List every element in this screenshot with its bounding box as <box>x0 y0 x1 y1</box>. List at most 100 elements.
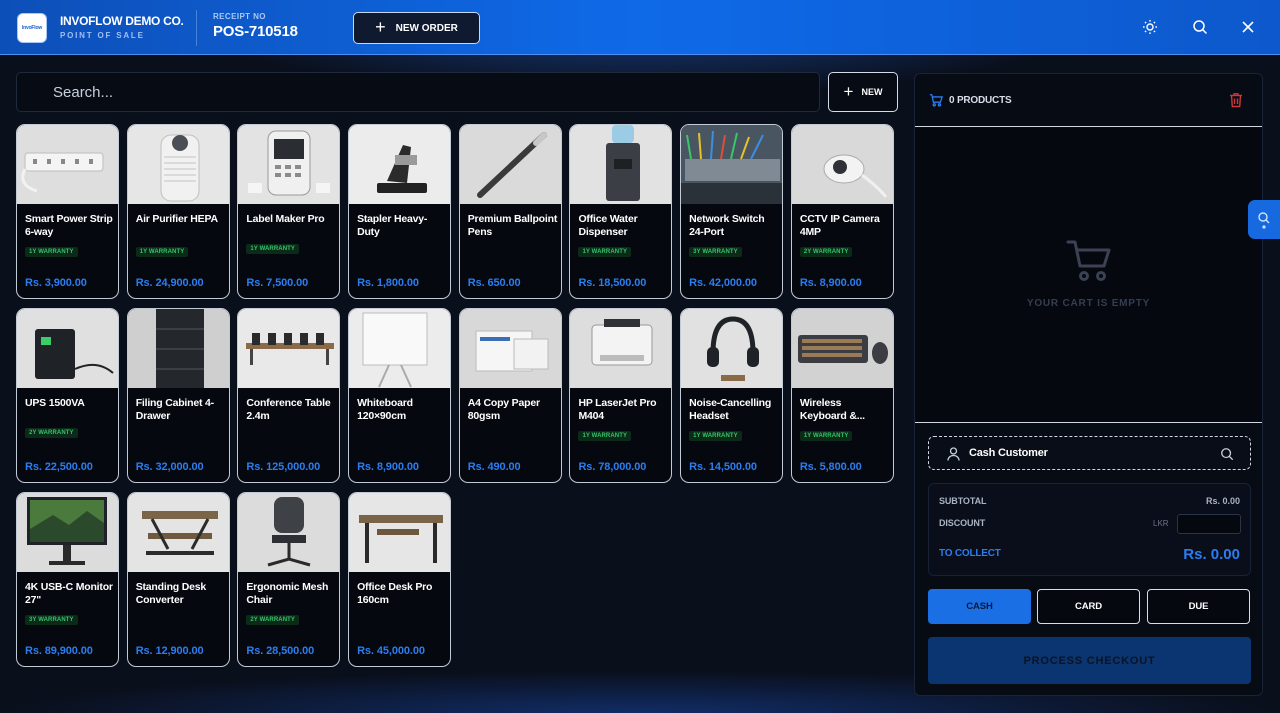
close-icon[interactable] <box>1237 16 1259 38</box>
subtotal-label: SUBTOTAL <box>939 496 987 506</box>
cart-icon <box>929 94 943 107</box>
product-name: Air Purifier HEPA <box>135 213 218 225</box>
search-icon <box>1258 211 1270 229</box>
product-card[interactable]: Office Desk Pro 160cm Rs. 45,000.00 <box>348 492 452 667</box>
product-price: Rs. 7,500.00 <box>246 277 309 289</box>
product-price: Rs. 22,500.00 <box>25 461 93 473</box>
product-search-input[interactable] <box>53 83 819 101</box>
product-card[interactable]: CCTV IP Camera 4MP 2Y WARRANTY Rs. 8,900.0… <box>790 124 894 299</box>
cart-product-count: 0 PRODUCTS <box>949 95 1012 106</box>
product-grid: Smart Power Strip 6-way 1Y WARRANTY Rs. 3,… <box>16 124 896 667</box>
pay-due-button[interactable]: DUE <box>1147 589 1250 624</box>
product-image <box>459 125 561 204</box>
side-search-tab[interactable] <box>1248 200 1280 239</box>
product-price: Rs. 14,500.00 <box>689 461 757 473</box>
sun-icon[interactable] <box>1139 16 1161 38</box>
product-name: Conference Table 2.4m <box>246 397 331 422</box>
product-image <box>791 125 893 204</box>
new-product-button[interactable]: + NEW <box>828 72 898 112</box>
warranty-badge: 1Y WARRANTY <box>799 431 853 441</box>
warranty-badge: 3Y WARRANTY <box>25 615 78 625</box>
product-card[interactable]: Whiteboard 120×90cm Rs. 8,900.00 <box>348 308 452 483</box>
product-name: Network Switch 24-Port <box>689 213 765 238</box>
warranty-badge: 2Y WARRANTY <box>246 615 300 625</box>
product-name: Stapler Heavy-Duty <box>357 213 428 238</box>
header-divider <box>196 10 197 46</box>
receipt-block: RECEIPT NO POS-710518 <box>213 12 298 40</box>
product-card[interactable]: Air Purifier HEPA 1Y WARRANTY Rs. 24,900.0… <box>126 124 230 299</box>
to-collect-label: TO COLLECT <box>939 548 1001 559</box>
product-image <box>238 125 340 204</box>
product-card[interactable]: Ergonomic Mesh Chair 2Y WARRANTY Rs. 28,50… <box>237 492 341 667</box>
to-collect-value: Rs. 0.00 <box>1183 546 1240 563</box>
product-image <box>681 125 783 204</box>
cart-header: 0 PRODUCTS <box>915 74 1262 127</box>
product-price: Rs. 650.00 <box>467 277 521 289</box>
product-image <box>459 309 561 388</box>
product-name: Filing Cabinet 4-Drawer <box>135 397 214 422</box>
pay-card-button[interactable]: CARD <box>1037 589 1140 624</box>
product-image <box>127 309 229 388</box>
product-price: Rs. 8,900.00 <box>357 461 419 473</box>
warranty-badge: 1Y WARRANTY <box>578 247 632 257</box>
new-order-button[interactable]: + NEW ORDER <box>353 12 480 44</box>
warranty-badge: 3Y WARRANTY <box>689 247 742 257</box>
product-image <box>238 309 340 388</box>
product-card[interactable]: Premium Ballpoint Pens Rs. 650.00 <box>458 124 562 299</box>
product-name: Office Desk Pro 160cm <box>357 581 433 606</box>
product-name: Noise-Cancelling Headset <box>689 397 772 422</box>
company-subtitle: POINT OF SALE <box>60 31 145 40</box>
product-card[interactable]: HP LaserJet Pro M404 1Y WARRANTY Rs. 78,00… <box>569 308 673 483</box>
product-card[interactable]: A4 Copy Paper 80gsm Rs. 490.00 <box>458 308 562 483</box>
customer-search-icon[interactable] <box>1220 447 1234 461</box>
product-card[interactable]: Label Maker Pro 1Y WARRANTY Rs. 7,500.00 <box>237 124 341 299</box>
product-image <box>17 309 118 388</box>
product-price: Rs. 78,000.00 <box>578 461 647 473</box>
product-name: Label Maker Pro <box>246 213 325 225</box>
product-card[interactable]: Office Water Dispenser 1Y WARRANTY Rs. 18,… <box>569 124 673 299</box>
product-card[interactable]: Filing Cabinet 4-Drawer Rs. 32,000.00 <box>126 308 230 483</box>
product-card[interactable]: UPS 1500VA 2Y WARRANTY Rs. 22,500.00 <box>16 308 119 483</box>
totals-box: SUBTOTAL Rs. 0.00 DISCOUNT LKR TO COLLEC… <box>928 483 1251 576</box>
product-price: Rs. 8,900.00 <box>799 277 862 289</box>
warranty-badge: 1Y WARRANTY <box>135 247 189 257</box>
product-card[interactable]: Network Switch 24-Port 3Y WARRANTY Rs. 42,… <box>680 124 784 299</box>
product-card[interactable]: Stapler Heavy-Duty Rs. 1,800.00 <box>348 124 452 299</box>
plus-icon: + <box>843 81 854 101</box>
product-image <box>791 309 893 388</box>
product-name: HP LaserJet Pro M404 <box>578 397 657 422</box>
product-image <box>127 493 229 572</box>
product-search-box[interactable] <box>16 72 820 112</box>
warranty-badge: 1Y WARRANTY <box>689 431 742 441</box>
process-checkout-button[interactable]: PROCESS CHECKOUT <box>928 637 1251 684</box>
product-price: Rs. 89,900.00 <box>25 645 93 657</box>
product-card[interactable]: Wireless Keyboard &... 1Y WARRANTY Rs. 5,8… <box>790 308 894 483</box>
pay-cash-button[interactable]: CASH <box>928 589 1031 624</box>
new-order-label: NEW ORDER <box>395 22 458 34</box>
app-header: InvoFlow INVOFLOW DEMO CO. POINT OF SALE… <box>0 0 1280 55</box>
product-image <box>17 125 118 204</box>
product-card[interactable]: 4K USB-C Monitor 27" 3Y WARRANTY Rs. 89,90… <box>16 492 119 667</box>
warranty-badge: 1Y WARRANTY <box>578 431 632 441</box>
product-card[interactable]: Smart Power Strip 6-way 1Y WARRANTY Rs. 3,… <box>16 124 119 299</box>
warranty-badge: 1Y WARRANTY <box>25 247 78 257</box>
product-name: Standing Desk Converter <box>135 581 207 606</box>
company-name: INVOFLOW DEMO CO. <box>60 14 184 28</box>
product-image <box>238 493 340 572</box>
product-card[interactable]: Noise-Cancelling Headset 1Y WARRANTY Rs. 1… <box>680 308 784 483</box>
customer-selector[interactable]: Cash Customer <box>928 436 1251 470</box>
currency-label: LKR <box>1153 519 1169 528</box>
receipt-number: POS-710518 <box>213 23 298 40</box>
product-card[interactable]: Standing Desk Converter Rs. 12,900.00 <box>126 492 230 667</box>
receipt-label: RECEIPT NO <box>213 12 266 21</box>
product-price: Rs. 18,500.00 <box>578 277 647 289</box>
product-image <box>17 493 118 572</box>
search-icon[interactable] <box>1189 16 1211 38</box>
empty-cart-icon <box>1066 240 1111 281</box>
empty-cart-text: YOUR CART IS EMPTY <box>1026 298 1151 309</box>
discount-input[interactable] <box>1177 514 1241 534</box>
trash-icon[interactable] <box>1229 92 1243 108</box>
warranty-badge: 2Y WARRANTY <box>799 247 853 257</box>
product-card[interactable]: Conference Table 2.4m Rs. 125,000.00 <box>237 308 341 483</box>
product-name: Smart Power Strip 6-way <box>25 213 113 238</box>
